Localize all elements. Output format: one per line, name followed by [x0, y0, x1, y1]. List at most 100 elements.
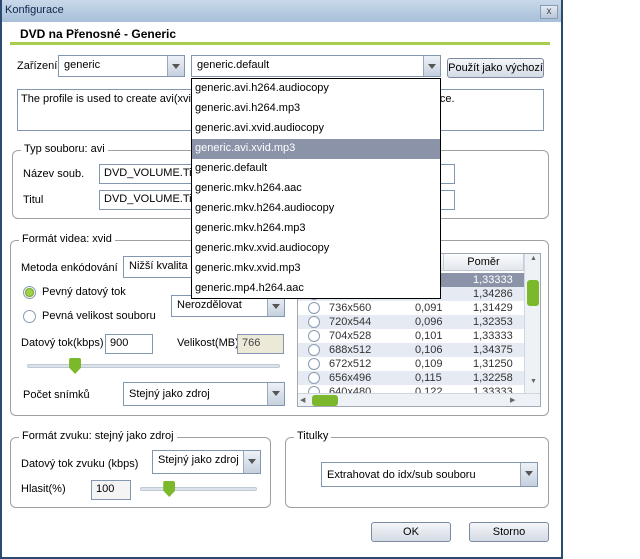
size-input: 766	[237, 334, 284, 354]
chevron-down-icon	[423, 56, 440, 76]
cell-ratio: 1,33333	[473, 274, 513, 286]
cell-value: 0,115	[415, 372, 442, 384]
audio-bitrate-combo[interactable]: Stejný jako zdroj	[152, 450, 261, 474]
cell-ratio: 1,34375	[473, 344, 513, 356]
chevron-down-icon	[267, 296, 284, 316]
window-title: Konfigurace	[5, 4, 64, 16]
divider	[10, 42, 550, 45]
row-radio[interactable]	[308, 316, 320, 328]
cell-value: 0,101	[415, 330, 443, 342]
cell-ratio: 1,33333	[473, 330, 513, 342]
cell-resolution: 656x496	[329, 372, 372, 384]
table-row[interactable]: 656x496 0,115 1,32258	[298, 371, 524, 385]
chevron-down-icon	[520, 463, 537, 486]
device-label: Zařízení	[17, 60, 58, 72]
size-label: Velikost(MB)	[177, 337, 239, 349]
scroll-right-icon[interactable]: ▶	[510, 394, 522, 406]
vertical-scroll-thumb[interactable]	[527, 280, 539, 306]
bitrate-label: Datový tok(kbps)	[21, 337, 104, 349]
chevron-down-icon	[243, 451, 260, 473]
title-bar: Konfigurace x	[0, 0, 563, 22]
dropdown-option[interactable]: generic.avi.h264.audiocopy	[192, 79, 440, 99]
cell-resolution: 688x512	[329, 344, 372, 356]
horizontal-scrollbar[interactable]: ◀ ▶	[298, 393, 540, 406]
profile-dropdown-list: generic.avi.h264.audiocopy generic.avi.h2…	[191, 78, 441, 299]
horizontal-scroll-thumb[interactable]	[312, 395, 338, 406]
encoding-method-label: Metoda enkódování	[21, 262, 118, 274]
table-row[interactable]: 720x544 0,096 1,32353	[298, 315, 524, 329]
encoding-method-value: Nižší kvalita	[129, 260, 188, 272]
chevron-down-icon	[267, 383, 284, 405]
audio-format-legend: Formát zvuku: stejný jako zdroj	[19, 430, 177, 442]
page-title: DVD na Přenosné - Generic	[20, 27, 177, 41]
dropdown-option[interactable]: generic.mp4.h264.aac	[192, 279, 440, 299]
profile-combo[interactable]: generic.default	[191, 55, 441, 77]
ok-button[interactable]: OK	[371, 522, 451, 542]
cell-value: 0,109	[415, 358, 443, 370]
table-row[interactable]: 688x512 0,106 1,34375	[298, 343, 524, 357]
fixed-size-radio[interactable]	[23, 310, 36, 323]
dropdown-option[interactable]: generic.mkv.xvid.mp3	[192, 259, 440, 279]
dropdown-option[interactable]: generic.avi.xvid.audiocopy	[192, 119, 440, 139]
audio-bitrate-label: Datový tok zvuku (kbps)	[21, 458, 139, 470]
video-format-legend: Formát videa: xvid	[19, 233, 115, 245]
subtitles-value: Extrahovat do idx/sub souboru	[327, 469, 476, 481]
dropdown-option[interactable]: generic.mkv.h264.aac	[192, 179, 440, 199]
row-radio[interactable]	[308, 372, 320, 384]
table-row[interactable]: 704x528 0,101 1,33333	[298, 329, 524, 343]
dropdown-option[interactable]: generic.default	[192, 159, 440, 179]
row-radio[interactable]	[308, 358, 320, 370]
profile-value: generic.default	[197, 59, 270, 71]
table-row[interactable]: 672x512 0,109 1,31250	[298, 357, 524, 371]
set-default-button[interactable]: Použít jako výchozí	[447, 58, 544, 78]
dropdown-option[interactable]: generic.mkv.h264.audiocopy	[192, 199, 440, 219]
dropdown-option[interactable]: generic.mkv.xvid.audiocopy	[192, 239, 440, 259]
subtitles-combo[interactable]: Extrahovat do idx/sub souboru	[321, 462, 538, 487]
volume-slider[interactable]	[140, 487, 257, 491]
scroll-up-icon[interactable]: ▲	[527, 255, 540, 268]
volume-input[interactable]: 100	[91, 480, 131, 500]
bitrate-input[interactable]: 900	[105, 334, 153, 354]
device-value: generic	[64, 59, 101, 71]
fps-combo[interactable]: Stejný jako zdroj	[123, 382, 285, 406]
chevron-down-icon	[167, 56, 184, 76]
subtitles-legend: Titulky	[294, 430, 332, 442]
filename-label: Název soub.	[23, 168, 85, 180]
cell-ratio: 1,31250	[473, 358, 513, 370]
cell-value: 0,106	[415, 344, 443, 356]
cell-ratio: 1,34286	[473, 288, 513, 300]
cell-resolution: 720x544	[329, 316, 372, 328]
fixed-bitrate-label: Pevný datový tok	[42, 286, 126, 298]
cell-resolution: 736x560	[329, 302, 372, 314]
row-radio[interactable]	[308, 302, 320, 314]
dropdown-option[interactable]: generic.avi.h264.mp3	[192, 99, 440, 119]
cell-ratio: 1,31429	[473, 302, 513, 314]
cell-resolution: 704x528	[329, 330, 372, 342]
fixed-bitrate-radio[interactable]	[23, 286, 36, 299]
bitrate-slider[interactable]	[27, 364, 280, 368]
scroll-down-icon[interactable]: ▼	[527, 378, 540, 391]
row-radio[interactable]	[308, 330, 320, 342]
fps-value: Stejný jako zdroj	[129, 388, 210, 400]
cell-value: 0,091	[415, 302, 443, 314]
scroll-left-icon[interactable]: ◀	[300, 394, 312, 406]
close-button[interactable]: x	[540, 5, 558, 19]
title-label: Titul	[23, 194, 44, 206]
cell-resolution: 672x512	[329, 358, 372, 370]
row-radio[interactable]	[308, 344, 320, 356]
cell-value: 0,096	[415, 316, 443, 328]
dropdown-option[interactable]: generic.mkv.h264.mp3	[192, 219, 440, 239]
fps-label: Počet snímků	[23, 389, 90, 401]
split-value: Nerozdělovat	[177, 299, 242, 311]
device-combo[interactable]: generic	[58, 55, 185, 77]
file-type-legend: Typ souboru: avi	[21, 143, 108, 155]
volume-label: Hlasit(%)	[21, 483, 66, 495]
audio-bitrate-value: Stejný jako zdroj	[158, 454, 239, 466]
cancel-button[interactable]: Storno	[469, 522, 549, 542]
cell-ratio: 1,32258	[473, 372, 513, 384]
table-row[interactable]: 736x560 0,091 1,31429	[298, 301, 524, 315]
vertical-scrollbar[interactable]: ▲ ▼	[524, 254, 540, 393]
cell-ratio: 1,32353	[473, 316, 513, 328]
column-header[interactable]: Poměr	[444, 254, 524, 271]
dropdown-option[interactable]: generic.avi.xvid.mp3	[192, 139, 440, 159]
